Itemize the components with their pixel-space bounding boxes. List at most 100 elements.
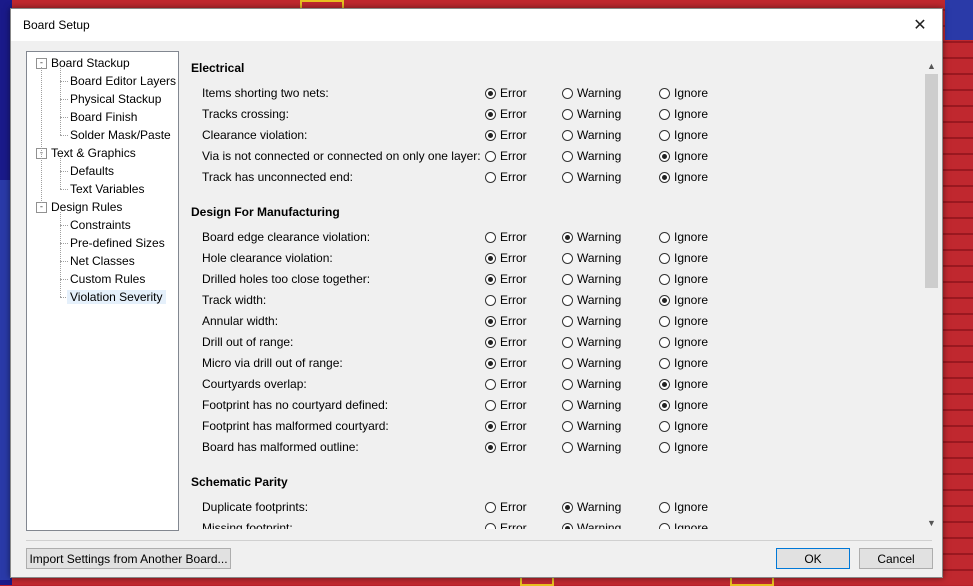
ignore-radio-button[interactable] <box>659 501 670 513</box>
warning-radio-button[interactable] <box>562 501 573 513</box>
warning-radio-option[interactable]: Warning <box>562 107 621 121</box>
tree-item-pre-defined-sizes[interactable]: Pre-defined Sizes <box>67 234 168 252</box>
ignore-radio-option[interactable]: Ignore <box>659 293 708 307</box>
error-radio-option[interactable]: Error <box>485 335 527 349</box>
error-radio-option[interactable]: Error <box>485 356 527 370</box>
error-radio-button[interactable] <box>485 336 496 348</box>
ignore-radio-option[interactable]: Ignore <box>659 419 708 433</box>
ignore-radio-button[interactable] <box>659 420 670 432</box>
ignore-radio-option[interactable]: Ignore <box>659 128 708 142</box>
error-radio-option[interactable]: Error <box>485 170 527 184</box>
ignore-radio-option[interactable]: Ignore <box>659 149 708 163</box>
error-radio-button[interactable] <box>485 129 496 141</box>
ignore-radio-option[interactable]: Ignore <box>659 230 708 244</box>
ignore-radio-option[interactable]: Ignore <box>659 377 708 391</box>
ignore-radio-option[interactable]: Ignore <box>659 356 708 370</box>
warning-radio-button[interactable] <box>562 522 573 529</box>
scroll-thumb[interactable] <box>925 74 938 288</box>
warning-radio-option[interactable]: Warning <box>562 170 621 184</box>
error-radio-button[interactable] <box>485 294 496 306</box>
ignore-radio-button[interactable] <box>659 441 670 453</box>
ok-button[interactable]: OK <box>776 548 850 569</box>
warning-radio-button[interactable] <box>562 129 573 141</box>
ignore-radio-button[interactable] <box>659 108 670 120</box>
error-radio-option[interactable]: Error <box>485 419 527 433</box>
ignore-radio-button[interactable] <box>659 378 670 390</box>
ignore-radio-option[interactable]: Ignore <box>659 314 708 328</box>
warning-radio-button[interactable] <box>562 336 573 348</box>
warning-radio-option[interactable]: Warning <box>562 419 621 433</box>
warning-radio-button[interactable] <box>562 315 573 327</box>
tree-item-defaults[interactable]: Defaults <box>67 162 117 180</box>
ignore-radio-button[interactable] <box>659 294 670 306</box>
error-radio-option[interactable]: Error <box>485 440 527 454</box>
error-radio-option[interactable]: Error <box>485 230 527 244</box>
warning-radio-option[interactable]: Warning <box>562 377 621 391</box>
tree-item-constraints[interactable]: Constraints <box>67 216 134 234</box>
warning-radio-option[interactable]: Warning <box>562 149 621 163</box>
warning-radio-button[interactable] <box>562 441 573 453</box>
ignore-radio-button[interactable] <box>659 150 670 162</box>
ignore-radio-button[interactable] <box>659 129 670 141</box>
ignore-radio-option[interactable]: Ignore <box>659 521 708 529</box>
collapse-icon[interactable]: - <box>36 202 47 213</box>
ignore-radio-button[interactable] <box>659 273 670 285</box>
error-radio-button[interactable] <box>485 441 496 453</box>
warning-radio-button[interactable] <box>562 87 573 99</box>
ignore-radio-option[interactable]: Ignore <box>659 500 708 514</box>
warning-radio-option[interactable]: Warning <box>562 314 621 328</box>
error-radio-option[interactable]: Error <box>485 86 527 100</box>
ignore-radio-option[interactable]: Ignore <box>659 335 708 349</box>
warning-radio-button[interactable] <box>562 420 573 432</box>
warning-radio-option[interactable]: Warning <box>562 293 621 307</box>
error-radio-button[interactable] <box>485 315 496 327</box>
error-radio-button[interactable] <box>485 501 496 513</box>
warning-radio-option[interactable]: Warning <box>562 251 621 265</box>
tree-item-violation-severity[interactable]: Violation Severity <box>67 288 166 306</box>
warning-radio-button[interactable] <box>562 231 573 243</box>
ignore-radio-option[interactable]: Ignore <box>659 86 708 100</box>
ignore-radio-button[interactable] <box>659 357 670 369</box>
ignore-radio-option[interactable]: Ignore <box>659 272 708 286</box>
error-radio-button[interactable] <box>485 378 496 390</box>
ignore-radio-option[interactable]: Ignore <box>659 398 708 412</box>
warning-radio-button[interactable] <box>562 171 573 183</box>
error-radio-button[interactable] <box>485 273 496 285</box>
ignore-radio-button[interactable] <box>659 522 670 529</box>
tree-item-solder-mask-paste[interactable]: Solder Mask/Paste <box>67 126 174 144</box>
import-settings-button[interactable]: Import Settings from Another Board... <box>26 548 231 569</box>
warning-radio-button[interactable] <box>562 252 573 264</box>
error-radio-button[interactable] <box>485 252 496 264</box>
ignore-radio-button[interactable] <box>659 231 670 243</box>
tree-item-text-variables[interactable]: Text Variables <box>67 180 147 198</box>
error-radio-button[interactable] <box>485 522 496 529</box>
tree-item-physical-stackup[interactable]: Physical Stackup <box>67 90 164 108</box>
error-radio-option[interactable]: Error <box>485 107 527 121</box>
error-radio-option[interactable]: Error <box>485 314 527 328</box>
error-radio-option[interactable]: Error <box>485 500 527 514</box>
warning-radio-button[interactable] <box>562 150 573 162</box>
warning-radio-button[interactable] <box>562 294 573 306</box>
error-radio-button[interactable] <box>485 357 496 369</box>
ignore-radio-option[interactable]: Ignore <box>659 440 708 454</box>
warning-radio-option[interactable]: Warning <box>562 128 621 142</box>
error-radio-option[interactable]: Error <box>485 377 527 391</box>
tree-item-custom-rules[interactable]: Custom Rules <box>67 270 148 288</box>
ignore-radio-option[interactable]: Ignore <box>659 170 708 184</box>
error-radio-option[interactable]: Error <box>485 398 527 412</box>
error-radio-button[interactable] <box>485 399 496 411</box>
warning-radio-option[interactable]: Warning <box>562 521 621 529</box>
warning-radio-button[interactable] <box>562 273 573 285</box>
warning-radio-button[interactable] <box>562 357 573 369</box>
ignore-radio-option[interactable]: Ignore <box>659 251 708 265</box>
warning-radio-option[interactable]: Warning <box>562 335 621 349</box>
warning-radio-option[interactable]: Warning <box>562 398 621 412</box>
ignore-radio-button[interactable] <box>659 399 670 411</box>
tree-item-board-editor-layers[interactable]: Board Editor Layers <box>67 72 178 90</box>
error-radio-option[interactable]: Error <box>485 251 527 265</box>
ignore-radio-button[interactable] <box>659 171 670 183</box>
scroll-up-icon[interactable]: ▲ <box>923 57 940 74</box>
tree-item-text-graphics[interactable]: Text & Graphics <box>48 144 139 162</box>
ignore-radio-option[interactable]: Ignore <box>659 107 708 121</box>
warning-radio-button[interactable] <box>562 399 573 411</box>
